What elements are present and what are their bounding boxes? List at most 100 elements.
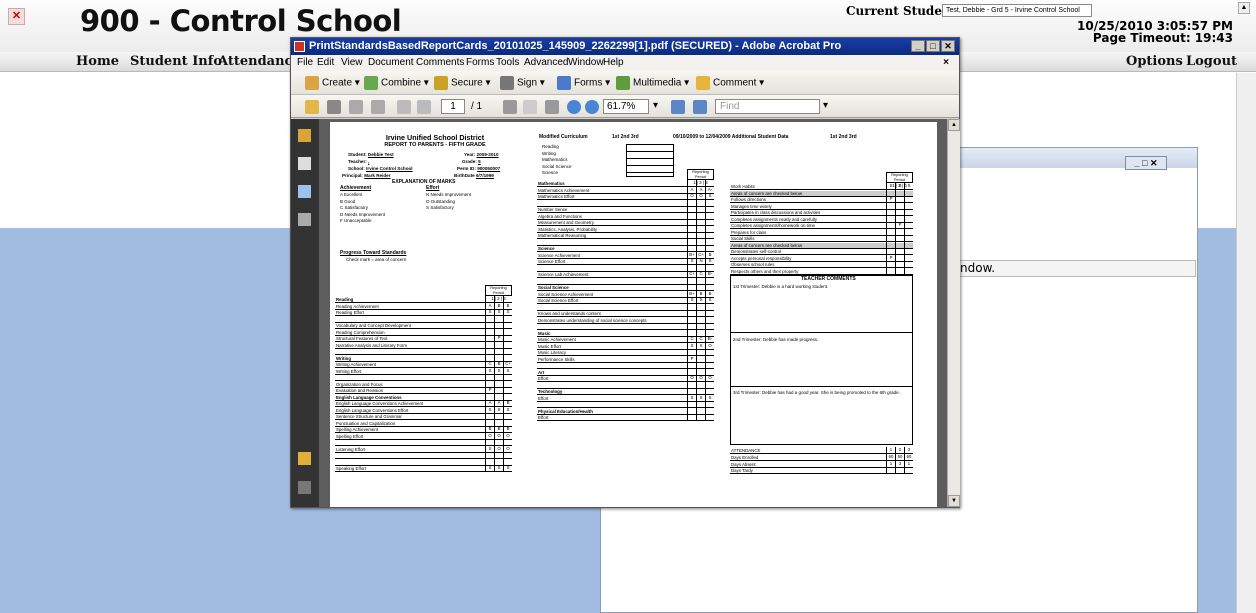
zoom-select[interactable]: 61.7% [603,99,649,114]
multimedia-button[interactable]: Multimedia ▾ [616,76,689,90]
window-controls[interactable]: _ □ ✕ [1125,156,1167,170]
close-document-icon[interactable]: × [943,55,949,71]
menu-help[interactable]: Help [603,55,624,71]
zoom-in-icon[interactable] [585,100,599,114]
grade-cell: N [696,258,705,264]
grade-cell [904,222,913,228]
comment-button[interactable]: Comment ▾ [696,76,764,90]
menu-view[interactable]: View [341,55,363,71]
menu-comments[interactable]: Comments [416,55,464,71]
grade-cell: B [494,426,503,432]
email-icon[interactable] [371,100,385,114]
nav-student-info[interactable]: Student Info [130,54,222,69]
attendance-label: Days Tardy [731,468,753,473]
nav-home[interactable]: Home [76,54,119,69]
grade-cell [895,228,904,235]
fit-page-icon[interactable] [693,100,707,114]
grade-cell [503,296,512,302]
achievement-legend-item: F Unacceptable [340,218,372,223]
save-icon[interactable] [349,100,363,114]
attendance-cell: 1 [886,460,895,467]
secure-button[interactable]: Secure ▾ [434,76,491,90]
attachments-icon[interactable] [298,185,311,198]
row-label: Prepares for class [731,229,767,235]
grade-cell [904,241,913,248]
page-number-input[interactable]: 1 [441,99,465,114]
create-button[interactable]: Create ▾ [305,76,360,90]
menu-advanced[interactable]: Advanced [524,55,568,71]
attendance-heading: ATTENDANCE [731,448,761,453]
grade-cell [886,248,895,254]
zoom-marquee-icon[interactable] [545,100,559,114]
nav-attendance[interactable]: Attendance [218,54,301,69]
modified-curriculum-item: Social Science [542,163,572,169]
additional-data-heading: 09/10/2009 to 12/04/2009 Additional Stud… [673,134,789,140]
zoom-out-icon[interactable] [567,100,581,114]
school-title: 900 - Control School [80,4,402,38]
grade-cell [705,414,714,420]
grade-cell [485,348,494,354]
find-input[interactable]: Find [715,99,820,114]
row-label: Punctuation and Capitalization [336,420,396,426]
find-dropdown-icon[interactable]: ▾ [823,100,828,111]
attendance-cell [895,467,904,473]
grade-cell: S [886,183,895,189]
row-label: Observes school rules [731,262,775,267]
document-scrollbar[interactable]: ▲ ▼ [947,119,960,507]
maximize-icon[interactable]: □ [926,40,940,52]
menu-tools[interactable]: Tools [496,55,519,71]
document-viewport[interactable]: Irvine Unified School District REPORT TO… [319,119,947,507]
hand-tool-icon[interactable] [523,100,537,114]
grade-cell: C [696,271,705,277]
sign-button[interactable]: Sign ▾ [500,76,545,90]
security-lock-icon[interactable] [298,129,311,142]
menu-file[interactable]: File [297,55,313,71]
grade-cell [687,368,696,375]
scroll-up-icon[interactable]: ▲ [948,119,960,131]
current-student-select[interactable]: Test, Debbie - Grd 5 - Irvine Control Sc… [942,4,1092,17]
attendance-cell: 60 [904,454,913,460]
forms-button[interactable]: Forms ▾ [557,76,610,90]
grade-cell [494,452,503,458]
grade-cell [687,284,696,290]
grade-cell: B [696,290,705,297]
open-folder-icon[interactable] [305,100,319,114]
menu-edit[interactable]: Edit [317,55,334,71]
scroll-down-icon[interactable]: ▼ [948,495,960,507]
paperclip-icon[interactable] [298,481,311,494]
row-label: Writing Effort [336,368,362,374]
grade-cell [494,374,503,380]
scroll-up-icon[interactable]: ▲ [1238,2,1250,14]
grade-cell: O [485,432,494,439]
menu-document[interactable]: Document [368,55,414,71]
zoom-dropdown-icon[interactable]: ▾ [653,100,658,111]
nav-options[interactable]: Options [1126,54,1183,69]
row-label: Music Effort [538,343,562,349]
grade-cell: B [503,302,512,309]
menu-forms[interactable]: Forms [466,55,494,71]
pages-icon[interactable] [298,157,311,170]
perm-field: Perm ID: 900050007 [457,166,501,171]
next-page-icon[interactable] [417,100,431,114]
fit-width-icon[interactable] [671,100,685,114]
print-icon[interactable] [327,100,341,114]
close-icon[interactable]: ✕ [8,8,25,25]
grade-cell [687,277,696,284]
previous-page-icon[interactable] [397,100,411,114]
select-text-icon[interactable] [503,100,517,114]
row-label: Music Achievement [538,337,576,342]
page-scrollbar[interactable] [1236,73,1256,613]
attendance-cell: 1 [904,460,913,467]
row-label: Participates in class discussions and ac… [731,210,821,215]
menu-window[interactable]: Window [568,55,604,71]
close-icon[interactable]: ✕ [941,40,955,52]
grade-cell: B [485,426,494,432]
grade-cell: O [494,445,503,452]
attendance-label: Days Enrolled [731,455,759,460]
comments-icon[interactable] [298,452,311,465]
signatures-icon[interactable] [298,213,311,226]
combine-button[interactable]: Combine ▾ [364,76,429,90]
nav-logout[interactable]: Logout [1186,54,1237,69]
minimize-icon[interactable]: _ [911,40,925,52]
modified-curriculum-item: Reading [542,144,559,149]
